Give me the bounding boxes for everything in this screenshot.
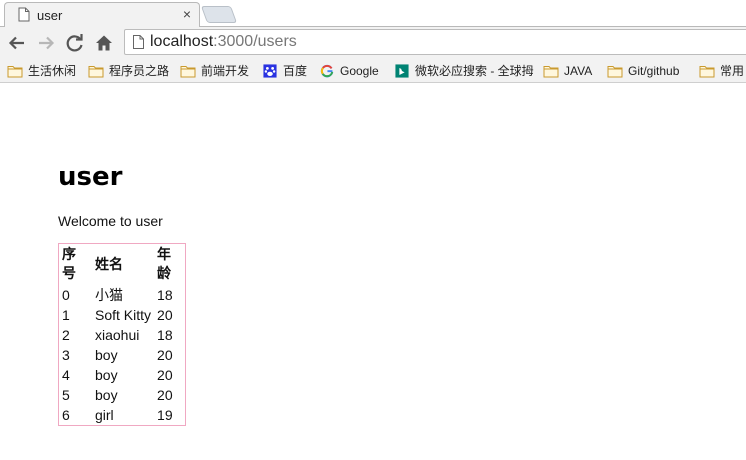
cell-name: Soft Kitty bbox=[95, 307, 152, 323]
page-info-icon[interactable] bbox=[133, 35, 144, 49]
bookmark-label: 生活休闲 bbox=[28, 64, 77, 78]
column-header-age: 年龄 bbox=[157, 247, 172, 282]
folder-icon bbox=[180, 66, 196, 78]
cell-name: xiaohui bbox=[95, 327, 140, 343]
folder-icon bbox=[699, 66, 715, 78]
cell-index: 2 bbox=[62, 327, 70, 343]
cell-index: 1 bbox=[62, 307, 70, 323]
table-row: 3 boy 20 bbox=[59, 345, 185, 365]
reload-icon[interactable] bbox=[63, 31, 87, 55]
page-icon bbox=[18, 7, 30, 22]
bookmark-label: Git/github bbox=[628, 64, 680, 78]
cell-age: 18 bbox=[157, 287, 173, 303]
cell-name: 小猫 bbox=[95, 287, 123, 303]
bookmark-label: JAVA bbox=[564, 64, 593, 78]
bookmark-label: 常用 bbox=[720, 64, 745, 78]
welcome-text: Welcome to user bbox=[58, 213, 163, 229]
cell-index: 0 bbox=[62, 287, 70, 303]
forward-icon[interactable] bbox=[34, 31, 58, 55]
cell-age: 20 bbox=[157, 367, 173, 383]
new-tab-button[interactable] bbox=[200, 6, 238, 23]
bookmark-label: 程序员之路 bbox=[109, 64, 170, 78]
cell-age: 20 bbox=[157, 307, 173, 323]
column-header-name: 姓名 bbox=[95, 256, 123, 273]
page-title: user bbox=[58, 162, 123, 192]
bookmark-label: 前端开发 bbox=[201, 64, 250, 78]
cell-index: 6 bbox=[62, 407, 70, 423]
cell-age: 18 bbox=[157, 327, 173, 343]
cell-name: boy bbox=[95, 387, 118, 403]
url-host: localhost bbox=[150, 33, 214, 50]
cell-index: 5 bbox=[62, 387, 70, 403]
home-icon[interactable] bbox=[92, 31, 116, 55]
cell-name: boy bbox=[95, 347, 118, 363]
cell-index: 4 bbox=[62, 367, 70, 383]
tab-title: user bbox=[37, 8, 63, 23]
cell-index: 3 bbox=[62, 347, 70, 363]
bookmark-label: Google bbox=[340, 64, 379, 78]
bookmark-label: 微软必应搜索 - 全球拇 bbox=[415, 64, 534, 78]
table-row: 4 boy 20 bbox=[59, 365, 185, 385]
baidu-icon bbox=[263, 64, 277, 78]
table-row: 0 小猫 18 bbox=[59, 285, 185, 305]
back-icon[interactable] bbox=[5, 31, 29, 55]
column-header-index: 序号 bbox=[62, 247, 76, 282]
cell-age: 19 bbox=[157, 407, 173, 423]
tab-strip: user × bbox=[0, 0, 746, 27]
bookmarks-bar: 生活休闲 程序员之路 前端开发 百度 Google 微软必应搜索 - 全球拇 J… bbox=[0, 59, 746, 83]
url-path: :3000/users bbox=[213, 33, 297, 50]
folder-icon bbox=[543, 66, 559, 78]
browser-toolbar: localhost:3000/users bbox=[0, 27, 746, 59]
tab-close-icon[interactable]: × bbox=[183, 6, 191, 23]
bing-icon bbox=[395, 64, 409, 78]
table-row: 6 girl 19 bbox=[59, 405, 185, 425]
folder-icon bbox=[7, 66, 23, 78]
folder-icon bbox=[88, 66, 104, 78]
cell-age: 20 bbox=[157, 387, 173, 403]
table-row: 1 Soft Kitty 20 bbox=[59, 305, 185, 325]
url-text: localhost:3000/users bbox=[150, 33, 297, 51]
folder-icon bbox=[607, 66, 623, 78]
table-header-row: 序号 姓名 年龄 bbox=[59, 244, 185, 285]
user-table: 序号 姓名 年龄 0 小猫 18 1 Soft Kitty 20 2 xiaoh… bbox=[58, 243, 187, 426]
table-row: 2 xiaohui 18 bbox=[59, 325, 185, 345]
cell-name: girl bbox=[95, 407, 114, 423]
tab-user[interactable]: user × bbox=[4, 2, 200, 27]
address-bar[interactable]: localhost:3000/users bbox=[124, 29, 746, 55]
table-row: 5 boy 20 bbox=[59, 385, 185, 405]
cell-age: 20 bbox=[157, 347, 173, 363]
google-icon bbox=[320, 64, 334, 78]
cell-name: boy bbox=[95, 367, 118, 383]
bookmark-label: 百度 bbox=[283, 64, 308, 78]
